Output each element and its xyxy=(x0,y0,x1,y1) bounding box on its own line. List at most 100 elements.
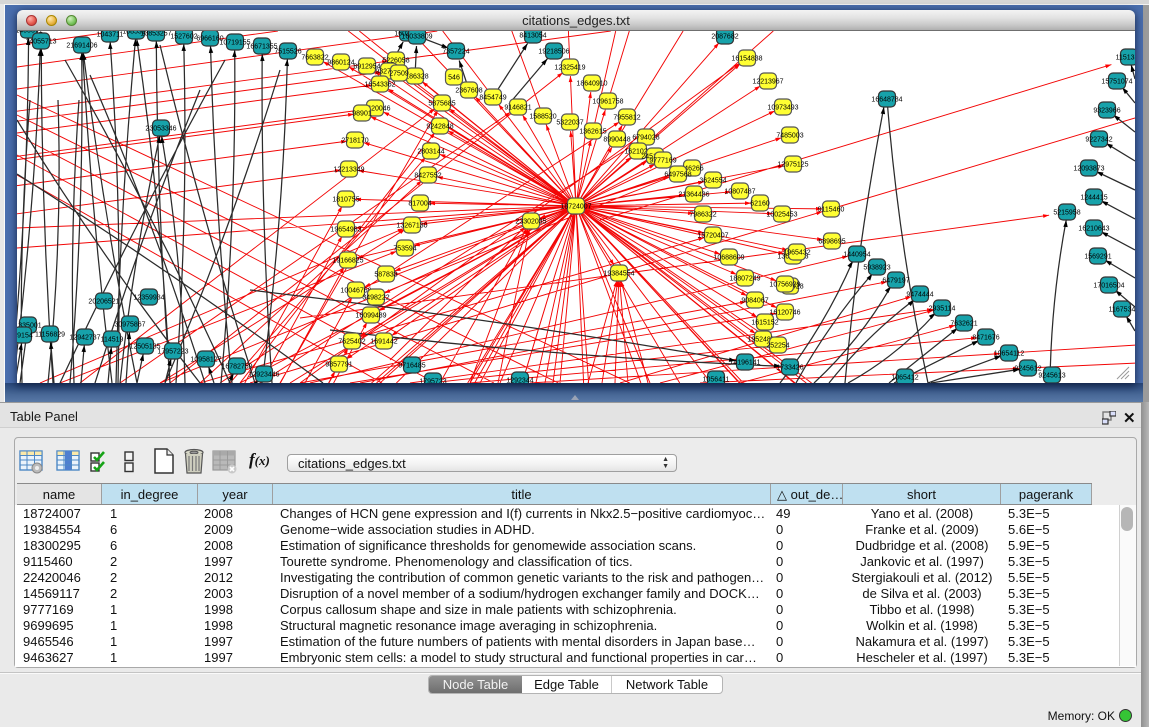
svg-text:10973493: 10973493 xyxy=(767,105,798,112)
svg-text:1056411: 1056411 xyxy=(703,377,730,384)
svg-text:1733426: 1733426 xyxy=(776,365,803,372)
svg-text:12213967: 12213967 xyxy=(752,79,783,86)
svg-text:8471676: 8471676 xyxy=(972,335,999,342)
svg-text:21691406: 21691406 xyxy=(66,43,97,50)
svg-text:1965432: 1965432 xyxy=(783,250,810,257)
svg-text:7485003: 7485003 xyxy=(776,133,803,140)
svg-text:27509: 27509 xyxy=(389,71,409,78)
svg-text:19384554: 19384554 xyxy=(603,271,634,278)
svg-text:6898695: 6898695 xyxy=(818,239,845,246)
svg-text:16782759: 16782759 xyxy=(221,364,252,371)
svg-text:2718170: 2718170 xyxy=(341,138,368,145)
svg-text:20206521: 20206521 xyxy=(88,299,119,306)
svg-text:1795723: 1795723 xyxy=(419,379,446,384)
svg-text:10961758: 10961758 xyxy=(592,99,623,106)
svg-text:9245612: 9245612 xyxy=(1014,366,1041,373)
svg-text:1527602: 1527602 xyxy=(170,34,197,41)
svg-text:16671355: 16671355 xyxy=(246,44,277,51)
svg-text:10025453: 10025453 xyxy=(766,212,797,219)
svg-text:10688609: 10688609 xyxy=(713,255,744,262)
svg-text:12923446: 12923446 xyxy=(248,372,279,379)
svg-text:9857791: 9857791 xyxy=(325,362,352,369)
svg-text:62160: 62160 xyxy=(750,201,770,208)
svg-text:9777169: 9777169 xyxy=(649,158,676,165)
svg-text:7625402: 7625402 xyxy=(338,339,365,346)
svg-text:11156829: 11156829 xyxy=(35,332,65,339)
svg-text:17957223: 17957223 xyxy=(157,349,188,356)
svg-text:1244415: 1244415 xyxy=(1080,195,1107,202)
svg-text:14196141: 14196141 xyxy=(729,360,760,367)
svg-text:1615152: 1615152 xyxy=(751,320,778,327)
svg-text:5322037: 5322037 xyxy=(556,120,583,127)
svg-text:8413054: 8413054 xyxy=(519,33,546,40)
svg-text:10756929: 10756929 xyxy=(769,282,800,289)
svg-text:1065412: 1065412 xyxy=(891,375,918,382)
svg-text:1292344: 1292344 xyxy=(506,378,533,384)
svg-text:8454749: 8454749 xyxy=(479,95,506,102)
svg-text:9227342: 9227342 xyxy=(1085,137,1112,144)
svg-text:16154838: 16154838 xyxy=(731,56,762,63)
svg-text:5938923: 5938923 xyxy=(863,265,890,272)
svg-text:14055713: 14055713 xyxy=(25,39,56,46)
svg-text:9860124: 9860124 xyxy=(327,60,354,67)
svg-text:19166825: 19166825 xyxy=(332,258,363,265)
svg-text:7663822: 7663822 xyxy=(301,55,328,62)
svg-text:5215958: 5215958 xyxy=(1053,210,1080,217)
svg-text:817004: 817004 xyxy=(408,201,431,208)
svg-text:13267130: 13267130 xyxy=(396,223,427,230)
svg-text:21364436: 21364436 xyxy=(678,192,709,199)
svg-text:1810755: 1810755 xyxy=(332,197,359,204)
svg-text:2367608: 2367608 xyxy=(455,88,482,95)
svg-text:98901: 98901 xyxy=(352,111,372,118)
svg-text:10807487: 10807487 xyxy=(724,189,755,196)
svg-text:9242848: 9242848 xyxy=(426,124,453,131)
svg-text:12505135: 12505135 xyxy=(129,344,160,351)
svg-text:12359934: 12359934 xyxy=(133,295,164,302)
svg-text:30975867: 30975867 xyxy=(114,322,145,329)
svg-text:10853257: 10853257 xyxy=(140,31,171,38)
svg-text:1691442: 1691442 xyxy=(370,339,397,346)
svg-text:9115460: 9115460 xyxy=(818,207,845,214)
svg-text:7632621: 7632621 xyxy=(950,321,977,328)
svg-text:23302035: 23302035 xyxy=(515,219,546,226)
svg-text:16543362: 16543362 xyxy=(364,82,395,89)
svg-text:6794028: 6794028 xyxy=(632,135,659,142)
svg-text:16210643: 16210643 xyxy=(1078,226,1109,233)
svg-text:546: 546 xyxy=(448,75,460,82)
svg-text:18807249: 18807249 xyxy=(729,276,760,283)
svg-text:16033809: 16033809 xyxy=(401,34,432,41)
svg-text:8990448: 8990448 xyxy=(603,137,630,144)
svg-text:19654983: 19654983 xyxy=(330,227,361,234)
svg-text:1362615: 1362615 xyxy=(579,129,606,136)
svg-text:9245613: 9245613 xyxy=(1038,373,1065,380)
svg-text:1569291: 1569291 xyxy=(1084,254,1111,261)
svg-text:17016504: 17016504 xyxy=(1093,283,1124,290)
svg-text:1588520: 1588520 xyxy=(529,114,556,121)
svg-text:16648784: 16648784 xyxy=(871,97,902,104)
svg-text:12975125: 12975125 xyxy=(777,162,808,169)
svg-text:3498222: 3498222 xyxy=(362,295,389,302)
svg-text:1440954: 1440954 xyxy=(843,252,870,259)
svg-text:7955812: 7955812 xyxy=(613,115,640,122)
svg-text:2087682: 2087682 xyxy=(711,34,738,41)
svg-text:7515526: 7515526 xyxy=(274,49,301,56)
svg-text:16099489: 16099489 xyxy=(355,313,386,320)
svg-text:3624554: 3624554 xyxy=(699,178,726,185)
svg-text:15751074: 15751074 xyxy=(1101,79,1132,86)
svg-text:1043711: 1043711 xyxy=(97,32,124,39)
svg-text:9084067: 9084067 xyxy=(741,298,768,305)
svg-text:15720407: 15720407 xyxy=(697,233,728,240)
svg-text:18640910: 18640910 xyxy=(576,81,607,88)
svg-text:1167534: 1167534 xyxy=(1109,307,1135,314)
svg-text:12325419: 12325419 xyxy=(554,65,585,72)
svg-text:9323966: 9323966 xyxy=(1093,108,1120,115)
svg-text:16120746: 16120746 xyxy=(769,310,800,317)
svg-text:753594: 753594 xyxy=(393,246,416,253)
svg-text:9716485: 9716485 xyxy=(398,363,425,370)
svg-text:6479197: 6479197 xyxy=(882,278,909,285)
svg-text:5875685: 5875685 xyxy=(428,101,455,108)
svg-text:7357224: 7357224 xyxy=(442,49,469,56)
svg-text:2803144: 2803144 xyxy=(417,149,444,156)
svg-text:39154: 39154 xyxy=(17,333,33,340)
svg-text:2935114: 2935114 xyxy=(929,306,956,313)
